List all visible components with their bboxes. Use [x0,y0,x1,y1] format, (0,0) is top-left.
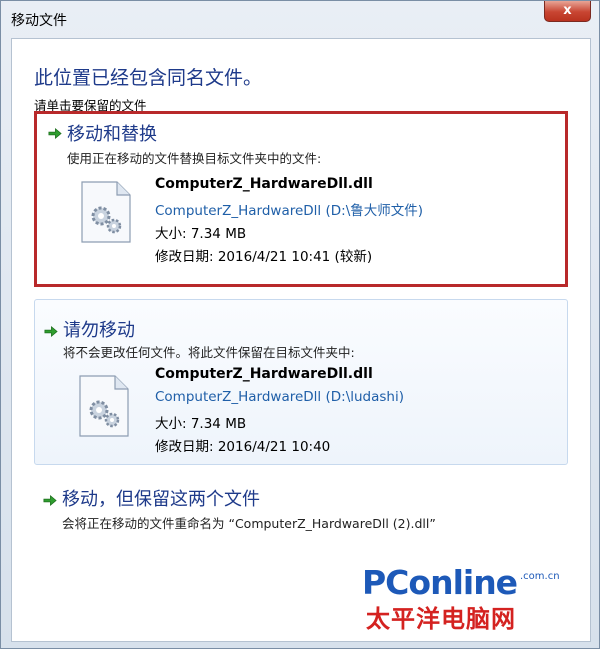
watermark-domain: .com.cn [520,571,560,582]
watermark-cn-name: 太平洋电脑网 [366,605,516,633]
file-path: ComputerZ_HardwareDll (D:\ludashi) [155,389,404,405]
file-modified-date: 修改日期: 2016/4/21 10:40 [155,439,331,455]
dialog-heading: 此位置已经包含同名文件。 [34,67,263,89]
green-arrow-icon [44,326,58,337]
window-title: 移动文件 [11,13,67,29]
file-name: ComputerZ_HardwareDll.dll [155,176,373,192]
pconline-watermark: PConline .com.cn 太平洋电脑网 [362,563,572,633]
file-name: ComputerZ_HardwareDll.dll [155,366,373,382]
option-title: 移动，但保留这两个文件 [62,489,260,510]
green-arrow-icon [43,495,57,506]
keep-both-option[interactable]: 移动，但保留这两个文件 会将正在移动的文件重命名为 “ComputerZ_Har… [34,479,568,543]
dialog-content: 此位置已经包含同名文件。 请单击要保留的文件 移动和替换 使用正在移动的文件替换… [11,38,591,642]
option-description: 会将正在移动的文件重命名为 “ComputerZ_HardwareDll (2)… [62,516,436,531]
option-title: 请勿移动 [63,320,135,341]
green-arrow-icon [48,128,62,139]
file-modified-date: 修改日期: 2016/4/21 10:41 (较新) [155,249,373,265]
title-bar: 移动文件 x [1,1,599,37]
option-description: 使用正在移动的文件替换目标文件夹中的文件: [67,151,322,166]
watermark-brand: PConline [362,563,518,602]
close-icon: x [563,3,572,18]
file-size: 大小: 7.34 MB [155,226,247,242]
option-title: 移动和替换 [67,124,157,145]
do-not-move-option[interactable]: 请勿移动 将不会更改任何文件。将此文件保留在目标文件夹中: ComputerZ_… [34,299,568,465]
dll-file-icon [79,375,129,437]
move-and-replace-option[interactable]: 移动和替换 使用正在移动的文件替换目标文件夹中的文件: ComputerZ_Ha… [34,111,568,287]
close-button[interactable]: x [544,1,591,22]
move-file-dialog: 移动文件 x 此位置已经包含同名文件。 请单击要保留的文件 移动和替换 使用正在… [0,0,600,649]
file-path: ComputerZ_HardwareDll (D:\鲁大师文件) [155,203,424,219]
dll-file-icon [81,181,131,243]
option-description: 将不会更改任何文件。将此文件保留在目标文件夹中: [63,345,355,360]
file-size: 大小: 7.34 MB [155,416,247,432]
